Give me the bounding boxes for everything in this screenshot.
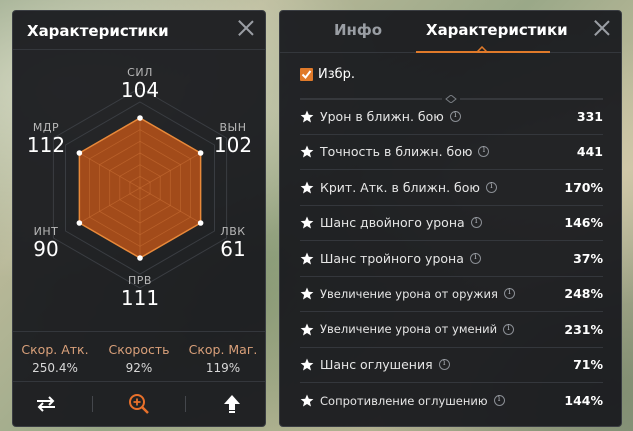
stat-value-end: 102 xyxy=(213,133,253,157)
star-icon[interactable] xyxy=(300,323,314,336)
move-speed: Скорость 92% xyxy=(97,342,180,375)
stat-name: Сопротивление оглушению xyxy=(320,393,488,408)
stat-name: Шанс двойного урона xyxy=(320,215,465,231)
star-icon[interactable] xyxy=(300,287,314,300)
stat-row[interactable]: Точность в ближн. бою 441 xyxy=(300,135,603,170)
speed-value: 92% xyxy=(125,361,153,375)
stat-row[interactable]: Увеличение урона от оружия 248% xyxy=(300,277,603,312)
attack-speed: Скор. Атк. 250.4% xyxy=(13,342,96,375)
radar-vertex xyxy=(137,255,143,261)
star-icon[interactable] xyxy=(300,358,314,371)
radar-vertex xyxy=(76,220,83,226)
stat-name: Увеличение урона от оружия xyxy=(320,286,498,301)
star-icon[interactable] xyxy=(300,110,314,123)
speed-label: Скор. Атк. xyxy=(21,342,89,357)
stat-value: 146% xyxy=(564,215,603,231)
stat-value: 144% xyxy=(564,393,603,409)
stat-row[interactable]: Сопротивление оглушению 144% xyxy=(300,383,603,419)
info-icon[interactable] xyxy=(438,358,450,371)
divider xyxy=(92,396,93,412)
stat-name: Точность в ближн. бою xyxy=(320,144,473,160)
stat-value-int: 90 xyxy=(33,237,59,261)
stat-row[interactable]: Шанс тройного урона 37% xyxy=(300,241,603,277)
stat-value-wis: 112 xyxy=(26,133,66,157)
star-icon[interactable] xyxy=(300,181,314,194)
stat-name: Увеличение урона от умений xyxy=(320,322,498,337)
stat-value-agi: 61 xyxy=(220,237,246,261)
info-icon[interactable] xyxy=(470,216,482,229)
stat-value: 331 xyxy=(576,108,603,124)
upload-button[interactable] xyxy=(212,389,252,419)
stat-name: Шанс оглушения xyxy=(320,357,433,373)
stat-value: 170% xyxy=(564,179,603,195)
info-icon[interactable] xyxy=(449,110,461,122)
stat-value: 248% xyxy=(564,286,603,302)
stat-name: Урон в ближн. бою xyxy=(320,108,444,124)
info-icon[interactable] xyxy=(503,287,515,300)
stat-value: 441 xyxy=(576,144,603,160)
stat-name: Крит. Атк. в ближн. бою xyxy=(320,179,480,195)
zoom-button[interactable] xyxy=(119,389,159,419)
speed-value: 250.4% xyxy=(32,361,78,375)
cast-speed: Скор. Маг. 119% xyxy=(181,342,264,375)
stat-name: Шанс тройного урона xyxy=(320,250,464,266)
stat-value-per: 111 xyxy=(120,286,160,310)
tab-caret-icon xyxy=(477,46,487,52)
speed-stats-row: Скор. Атк. 250.4% Скорость 92% Скор. Маг… xyxy=(13,331,265,375)
radar-vertex xyxy=(76,150,83,156)
tab-info[interactable]: Инфо xyxy=(334,21,382,39)
info-icon[interactable] xyxy=(469,252,481,264)
stat-row[interactable]: Урон в ближн. бою 331 xyxy=(300,99,603,135)
info-icon[interactable] xyxy=(478,145,490,158)
tab-characteristics[interactable]: Характеристики xyxy=(426,21,568,39)
close-icon[interactable] xyxy=(591,17,613,39)
favorites-checkbox[interactable]: Избр. xyxy=(300,67,355,82)
swap-arrows-icon xyxy=(37,396,55,412)
arrow-up-icon xyxy=(224,395,240,413)
favorites-label: Избр. xyxy=(318,67,356,82)
divider xyxy=(13,49,265,50)
divider xyxy=(185,396,186,412)
star-icon[interactable] xyxy=(300,216,314,229)
info-icon[interactable] xyxy=(485,181,497,193)
stat-row[interactable]: Крит. Атк. в ближн. бою 170% xyxy=(300,170,603,206)
radar-vertex xyxy=(137,115,143,121)
stat-value: 71% xyxy=(573,357,603,373)
stat-value: 231% xyxy=(564,321,603,337)
info-icon[interactable] xyxy=(503,323,515,335)
radar-vertex xyxy=(197,220,204,226)
stat-row[interactable]: Шанс двойного урона 146% xyxy=(300,206,603,241)
panel-title: Характеристики xyxy=(27,22,169,40)
speed-label: Скор. Маг. xyxy=(188,342,258,357)
star-icon[interactable] xyxy=(300,394,314,407)
close-icon[interactable] xyxy=(235,17,257,39)
zoom-in-icon xyxy=(129,394,149,414)
panel-toolbar xyxy=(13,381,265,426)
speed-label: Скорость xyxy=(108,342,170,357)
speed-value: 119% xyxy=(205,361,241,375)
star-icon[interactable] xyxy=(300,145,314,158)
stat-row[interactable]: Увеличение урона от умений 231% xyxy=(300,312,603,348)
swap-button[interactable] xyxy=(26,389,66,419)
checkbox-checked-icon[interactable] xyxy=(300,68,313,81)
characteristics-panel: Характеристики СИЛ 104 ВЫН 102 ЛВК 61 ПР… xyxy=(12,10,266,427)
star-icon[interactable] xyxy=(300,252,314,265)
info-icon[interactable] xyxy=(493,394,505,407)
stat-value: 37% xyxy=(573,250,603,266)
radar-vertex xyxy=(197,150,204,156)
stat-row[interactable]: Шанс оглушения 71% xyxy=(300,348,603,383)
stats-detail-panel: Инфо Характеристики Избр. Урон в ближн. … xyxy=(279,10,622,427)
stat-value-str: 104 xyxy=(120,78,160,102)
